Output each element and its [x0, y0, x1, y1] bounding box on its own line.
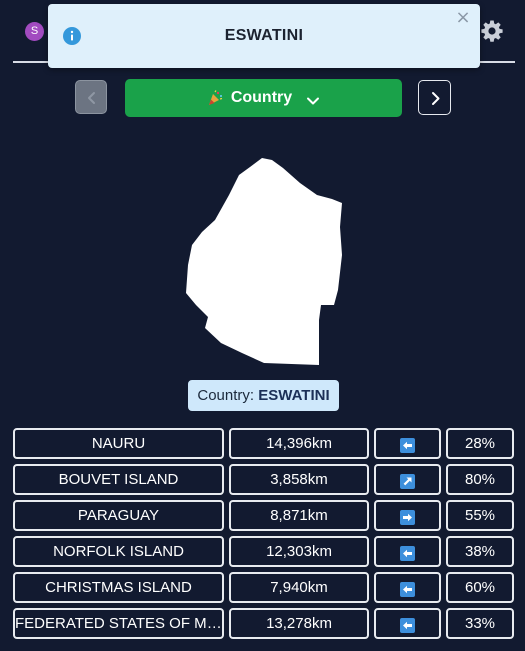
guess-country: NORFOLK ISLAND	[13, 536, 224, 567]
arrow-left-icon	[400, 543, 415, 561]
guess-row: CHRISTMAS ISLAND 7,940km 60%	[13, 572, 514, 603]
guess-direction	[374, 608, 441, 639]
arrow-left-icon	[400, 579, 415, 597]
guess-row: FEDERATED STATES OF MICRONESIA 13,278km …	[13, 608, 514, 639]
toast-notification: ESWATINI ×	[48, 4, 480, 68]
guess-percent: 38%	[446, 536, 514, 567]
chevron-down-icon	[306, 93, 320, 105]
guess-distance: 13,278km	[229, 608, 369, 639]
arrow-up-right-icon	[400, 471, 415, 489]
answer-value: ESWATINI	[258, 387, 330, 404]
guess-row: NORFOLK ISLAND 12,303km 38%	[13, 536, 514, 567]
guess-percent: 33%	[446, 608, 514, 639]
arrow-right-icon	[400, 507, 415, 525]
guess-distance: 14,396km	[229, 428, 369, 459]
guess-direction	[374, 500, 441, 531]
arrow-left-icon	[400, 615, 415, 633]
category-label: Country	[230, 89, 293, 106]
guess-direction	[374, 428, 441, 459]
close-icon[interactable]: ×	[455, 9, 471, 27]
toast-title: ESWATINI	[224, 27, 304, 44]
guess-row: BOUVET ISLAND 3,858km 80%	[13, 464, 514, 495]
guess-row: NAURU 14,396km 28%	[13, 428, 514, 459]
guess-percent: 55%	[446, 500, 514, 531]
arrow-left-icon	[400, 435, 415, 453]
guess-percent: 80%	[446, 464, 514, 495]
gear-icon[interactable]	[480, 19, 504, 43]
guess-country: FEDERATED STATES OF MICRONESIA	[13, 608, 224, 639]
answer-prefix: Country:	[197, 387, 255, 404]
answer-label: Country: ESWATINI	[188, 380, 339, 411]
guess-row: PARAGUAY 8,871km 55%	[13, 500, 514, 531]
game-page: S ESWATINI × Country Country: ESWATINI N…	[0, 0, 525, 651]
guess-direction	[374, 464, 441, 495]
guess-distance: 7,940km	[229, 572, 369, 603]
guess-distance: 12,303km	[229, 536, 369, 567]
next-button[interactable]	[418, 80, 451, 115]
guess-country: CHRISTMAS ISLAND	[13, 572, 224, 603]
category-dropdown-button[interactable]: Country	[125, 79, 402, 117]
party-popper-icon	[207, 90, 223, 106]
guess-percent: 60%	[446, 572, 514, 603]
avatar[interactable]: S	[25, 22, 44, 41]
guess-country: BOUVET ISLAND	[13, 464, 224, 495]
guess-direction	[374, 572, 441, 603]
guess-country: NAURU	[13, 428, 224, 459]
guess-percent: 28%	[446, 428, 514, 459]
country-silhouette	[180, 155, 350, 370]
guess-direction	[374, 536, 441, 567]
guess-country: PARAGUAY	[13, 500, 224, 531]
guess-distance: 3,858km	[229, 464, 369, 495]
previous-button[interactable]	[75, 80, 107, 114]
guess-distance: 8,871km	[229, 500, 369, 531]
